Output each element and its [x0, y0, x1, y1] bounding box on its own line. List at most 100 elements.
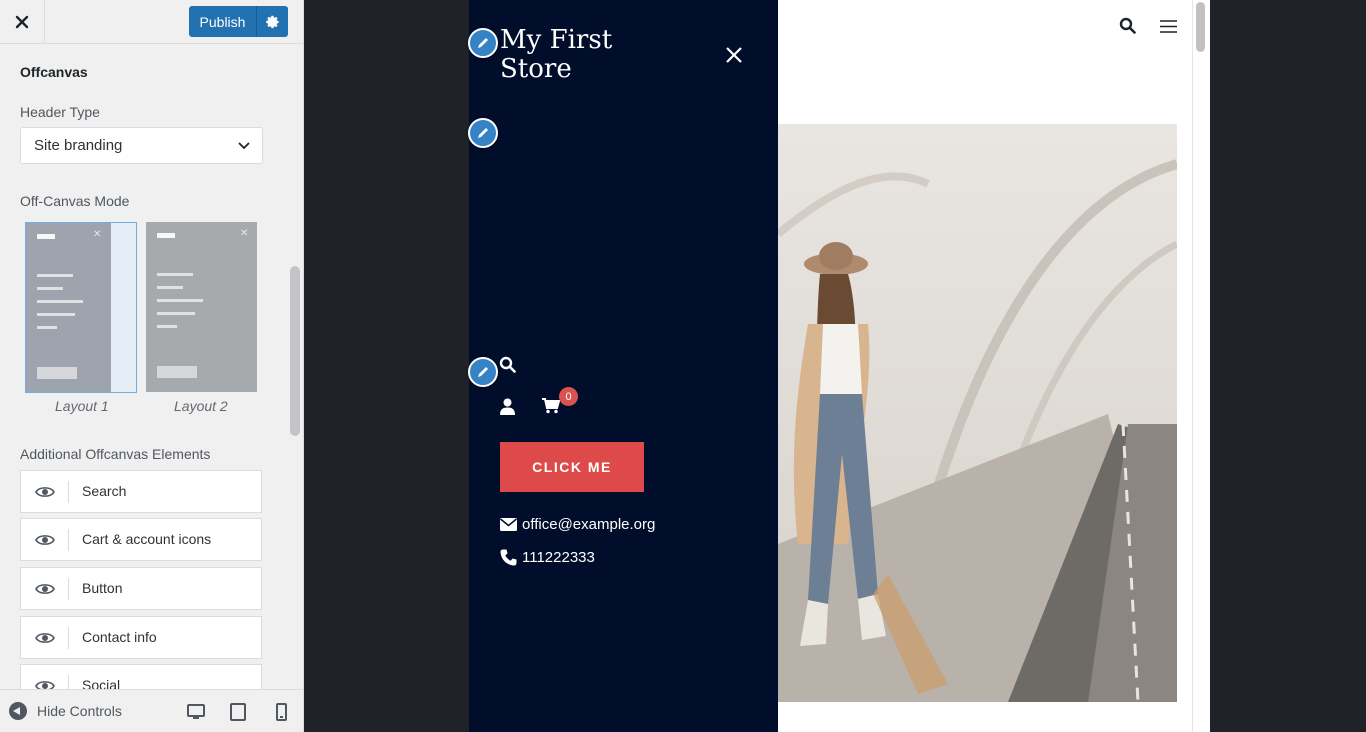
close-icon: ✕ — [93, 229, 102, 240]
eye-icon[interactable] — [21, 568, 69, 609]
layout-line — [157, 286, 183, 289]
eye-icon[interactable] — [21, 665, 69, 689]
sidebar-scroll-thumb[interactable] — [290, 266, 300, 436]
element-label: Search — [82, 483, 127, 499]
divider — [68, 481, 69, 503]
offcanvas-close-button[interactable] — [725, 46, 749, 70]
close-icon — [726, 47, 742, 63]
element-row-cart-account[interactable]: Cart & account icons — [20, 518, 262, 561]
page-scrollbar[interactable] — [1192, 0, 1210, 732]
divider — [68, 578, 69, 600]
divider — [68, 627, 69, 649]
desktop-icon — [187, 704, 205, 719]
customizer-panel: Offcanvas Header Type Site branding Off-… — [0, 44, 287, 689]
layout-1-caption: Layout 1 — [55, 398, 109, 414]
tablet-icon — [230, 703, 246, 721]
layout-line — [157, 325, 177, 328]
layout-line — [37, 300, 83, 303]
layout-1-preview: ✕ — [26, 223, 111, 392]
hero-image — [778, 124, 1177, 702]
edit-shortcut-elements[interactable] — [468, 357, 498, 387]
offcanvas-mode-label: Off-Canvas Mode — [20, 193, 130, 209]
desktop-preview-button[interactable] — [186, 702, 206, 722]
cart-count-badge: 0 — [559, 387, 578, 406]
contact-email[interactable]: office@example.org — [500, 516, 655, 533]
tablet-preview-button[interactable] — [228, 702, 248, 722]
page-menu-button[interactable] — [1159, 19, 1178, 39]
publish-button[interactable]: Publish — [189, 6, 256, 37]
hide-controls-label: Hide Controls — [37, 703, 122, 719]
site-title[interactable]: My First Store — [500, 26, 680, 84]
eye-icon[interactable] — [21, 519, 69, 560]
offcanvas-search-button[interactable] — [499, 356, 516, 378]
divider — [68, 675, 69, 689]
layout-button — [157, 366, 197, 378]
close-customizer-button[interactable] — [0, 0, 45, 43]
page-scroll-thumb[interactable] — [1196, 2, 1205, 52]
pencil-icon — [478, 128, 488, 138]
eye-icon[interactable] — [21, 617, 69, 658]
hero-photo — [778, 124, 1177, 702]
layout-line — [37, 326, 57, 329]
user-icon — [500, 398, 515, 415]
header-type-label: Header Type — [20, 104, 100, 120]
mobile-preview-button[interactable] — [271, 702, 291, 722]
layout-line — [37, 274, 73, 277]
email-text: office@example.org — [522, 516, 656, 533]
customizer-sidebar: Publish Offcanvas Header Type Site brand… — [0, 0, 304, 732]
layout-1-page-area — [111, 223, 136, 392]
offcanvas-panel: My First Store 0 CLICK ME office@example… — [468, 0, 778, 732]
layout-line — [157, 299, 203, 302]
element-label: Cart & account icons — [82, 531, 212, 547]
account-button[interactable] — [500, 398, 515, 420]
layout-line — [37, 234, 55, 239]
layout-2-caption: Layout 2 — [174, 398, 228, 414]
close-icon — [15, 15, 29, 28]
layout-2-preview: ✕ — [146, 222, 257, 392]
edit-shortcut-menu[interactable] — [468, 118, 498, 148]
cart-icon — [542, 398, 561, 414]
cta-button[interactable]: CLICK ME — [500, 442, 644, 492]
layout-2-option[interactable]: ✕ — [146, 222, 258, 393]
layout-line — [157, 312, 195, 315]
element-label: Button — [82, 580, 123, 596]
header-type-value: Site branding — [34, 137, 123, 154]
pencil-icon — [478, 367, 488, 377]
eye-icon[interactable] — [21, 471, 69, 512]
layout-line — [37, 313, 75, 316]
edit-shortcut-branding[interactable] — [468, 28, 498, 58]
hide-controls-button[interactable]: Hide Controls — [9, 702, 122, 720]
pencil-icon — [478, 38, 488, 48]
layout-button — [37, 367, 77, 379]
phone-text: 111222333 — [522, 549, 595, 566]
envelope-icon — [500, 518, 517, 531]
element-row-button[interactable]: Button — [20, 567, 262, 610]
element-row-search[interactable]: Search — [20, 470, 262, 513]
gear-icon — [265, 15, 279, 28]
divider — [68, 529, 69, 551]
element-label: Contact info — [82, 629, 157, 645]
cart-button[interactable] — [542, 398, 561, 419]
section-title: Offcanvas — [20, 64, 88, 80]
layout-line — [157, 233, 175, 238]
layout-1-option[interactable]: ✕ — [25, 222, 137, 393]
element-label: Social — [82, 677, 121, 689]
search-icon — [1119, 17, 1136, 34]
chevron-down-icon — [238, 142, 250, 150]
phone-icon — [500, 549, 517, 566]
publish-settings-button[interactable] — [256, 6, 288, 37]
publish-group: Publish — [189, 6, 288, 37]
page-search-button[interactable] — [1119, 17, 1136, 39]
layout-line — [157, 273, 193, 276]
header-type-select[interactable]: Site branding — [20, 127, 263, 164]
mobile-icon — [276, 703, 287, 721]
customizer-header: Publish — [0, 0, 303, 44]
element-row-social[interactable]: Social — [20, 664, 262, 689]
element-row-contact-info[interactable]: Contact info — [20, 616, 262, 659]
preview-backdrop-left — [304, 0, 469, 732]
contact-phone[interactable]: 111222333 — [500, 549, 595, 566]
preview-backdrop-right — [1210, 0, 1366, 732]
layout-line — [37, 287, 63, 290]
search-icon — [499, 356, 516, 373]
collapse-icon — [9, 702, 27, 720]
